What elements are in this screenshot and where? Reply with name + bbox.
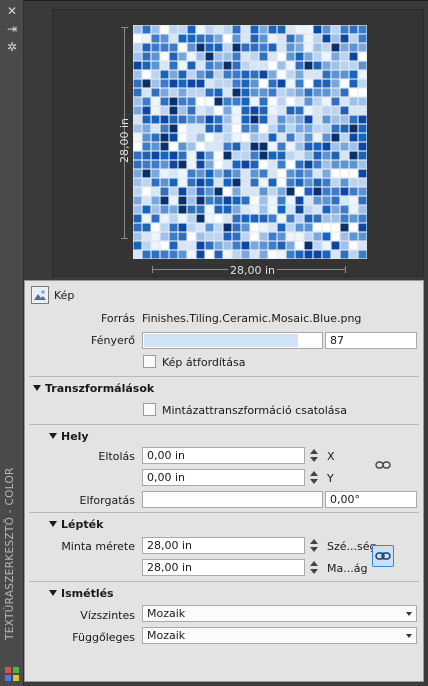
- offset-y-axis-label: Y: [327, 472, 334, 485]
- texture-properties-panel: Kép Forrás Finishes.Tiling.Ceramic.Mosai…: [24, 280, 424, 682]
- close-icon[interactable]: ✕: [5, 4, 19, 18]
- offset-x-input[interactable]: 0,00 in: [142, 447, 305, 464]
- pin-icon[interactable]: ⇥: [5, 22, 19, 36]
- image-thumbnail-icon[interactable]: [31, 286, 49, 304]
- lock-aspect-button[interactable]: [372, 545, 394, 567]
- brightness-slider[interactable]: [142, 332, 323, 349]
- repeat-section-title: Ismétlés: [61, 587, 114, 600]
- texture-preview-area: 28,00 in 28,00 in: [24, 0, 428, 280]
- sample-height-input[interactable]: 28,00 in: [142, 559, 305, 576]
- settings-icon[interactable]: ✲: [5, 40, 19, 54]
- separator: [29, 581, 419, 582]
- brightness-input[interactable]: 87: [325, 332, 417, 349]
- source-label: Forrás: [101, 312, 135, 325]
- palette-title: TEXTÚRASZERKESZTŐ - COLOR: [4, 467, 16, 640]
- vertical-repeat-label: Függőleges: [72, 631, 135, 644]
- horizontal-repeat-label: Vízszintes: [80, 609, 135, 622]
- offset-label: Eltolás: [98, 450, 135, 463]
- texture-editor-icon: [5, 667, 19, 681]
- chevron-down-icon: [406, 634, 412, 638]
- separator: [29, 376, 419, 377]
- invert-image-checkbox[interactable]: [143, 355, 156, 368]
- offset-x-spinner[interactable]: [307, 447, 321, 464]
- position-section-title: Hely: [61, 430, 89, 443]
- sample-size-label: Minta mérete: [61, 540, 135, 553]
- link-texture-transforms-label: Mintázattranszformáció csatolása: [162, 404, 348, 417]
- height-dimension-label: 28,00 in: [118, 117, 131, 163]
- sample-width-input[interactable]: 28,00 in: [142, 537, 305, 554]
- texture-preview-image: [133, 25, 367, 259]
- link-offset-icon[interactable]: [375, 460, 391, 470]
- position-section-header[interactable]: Hely: [49, 430, 89, 443]
- offset-y-spinner[interactable]: [307, 469, 321, 486]
- source-filename[interactable]: Finishes.Tiling.Ceramic.Mosaic.Blue.png: [142, 312, 361, 325]
- rotation-input[interactable]: 0,00°: [325, 491, 417, 508]
- horizontal-repeat-select[interactable]: Mozaik: [142, 605, 417, 622]
- scale-section-header[interactable]: Lépték: [49, 518, 103, 531]
- brightness-label: Fényerő: [91, 334, 135, 347]
- sample-width-unit-label: Szé...ség: [327, 540, 377, 553]
- collapse-triangle-icon: [33, 385, 41, 391]
- link-texture-transforms-checkbox[interactable]: [143, 403, 156, 416]
- link-scale-icon: [375, 552, 391, 560]
- collapse-triangle-icon: [49, 433, 57, 439]
- separator: [29, 424, 419, 425]
- width-dimension-label: 28,00 in: [228, 264, 278, 277]
- sample-width-spinner[interactable]: [307, 537, 321, 554]
- rotation-slider[interactable]: [142, 491, 323, 508]
- invert-image-label: Kép átfordítása: [162, 356, 246, 369]
- chevron-down-icon: [406, 612, 412, 616]
- repeat-section-header[interactable]: Ismétlés: [49, 587, 114, 600]
- offset-x-axis-label: X: [327, 450, 335, 463]
- image-section-title: Kép: [54, 289, 75, 302]
- horizontal-repeat-value: Mozaik: [147, 607, 186, 620]
- vertical-repeat-value: Mozaik: [147, 629, 186, 642]
- sample-height-spinner[interactable]: [307, 559, 321, 576]
- vertical-repeat-select[interactable]: Mozaik: [142, 627, 417, 644]
- scale-section-title: Lépték: [61, 518, 104, 531]
- offset-y-input[interactable]: 0,00 in: [142, 469, 305, 486]
- sample-height-unit-label: Ma...ág: [327, 562, 368, 575]
- transforms-section-header[interactable]: Transzformálások: [33, 382, 154, 395]
- transforms-section-title: Transzformálások: [45, 382, 155, 395]
- collapse-triangle-icon: [49, 590, 57, 596]
- rotation-label: Elforgatás: [79, 494, 135, 507]
- brightness-slider-fill: [144, 334, 298, 347]
- separator: [29, 512, 419, 513]
- collapse-triangle-icon: [49, 521, 57, 527]
- palette-title-bar: ✕ ⇥ ✲ TEXTÚRASZERKESZTŐ - COLOR: [0, 0, 24, 686]
